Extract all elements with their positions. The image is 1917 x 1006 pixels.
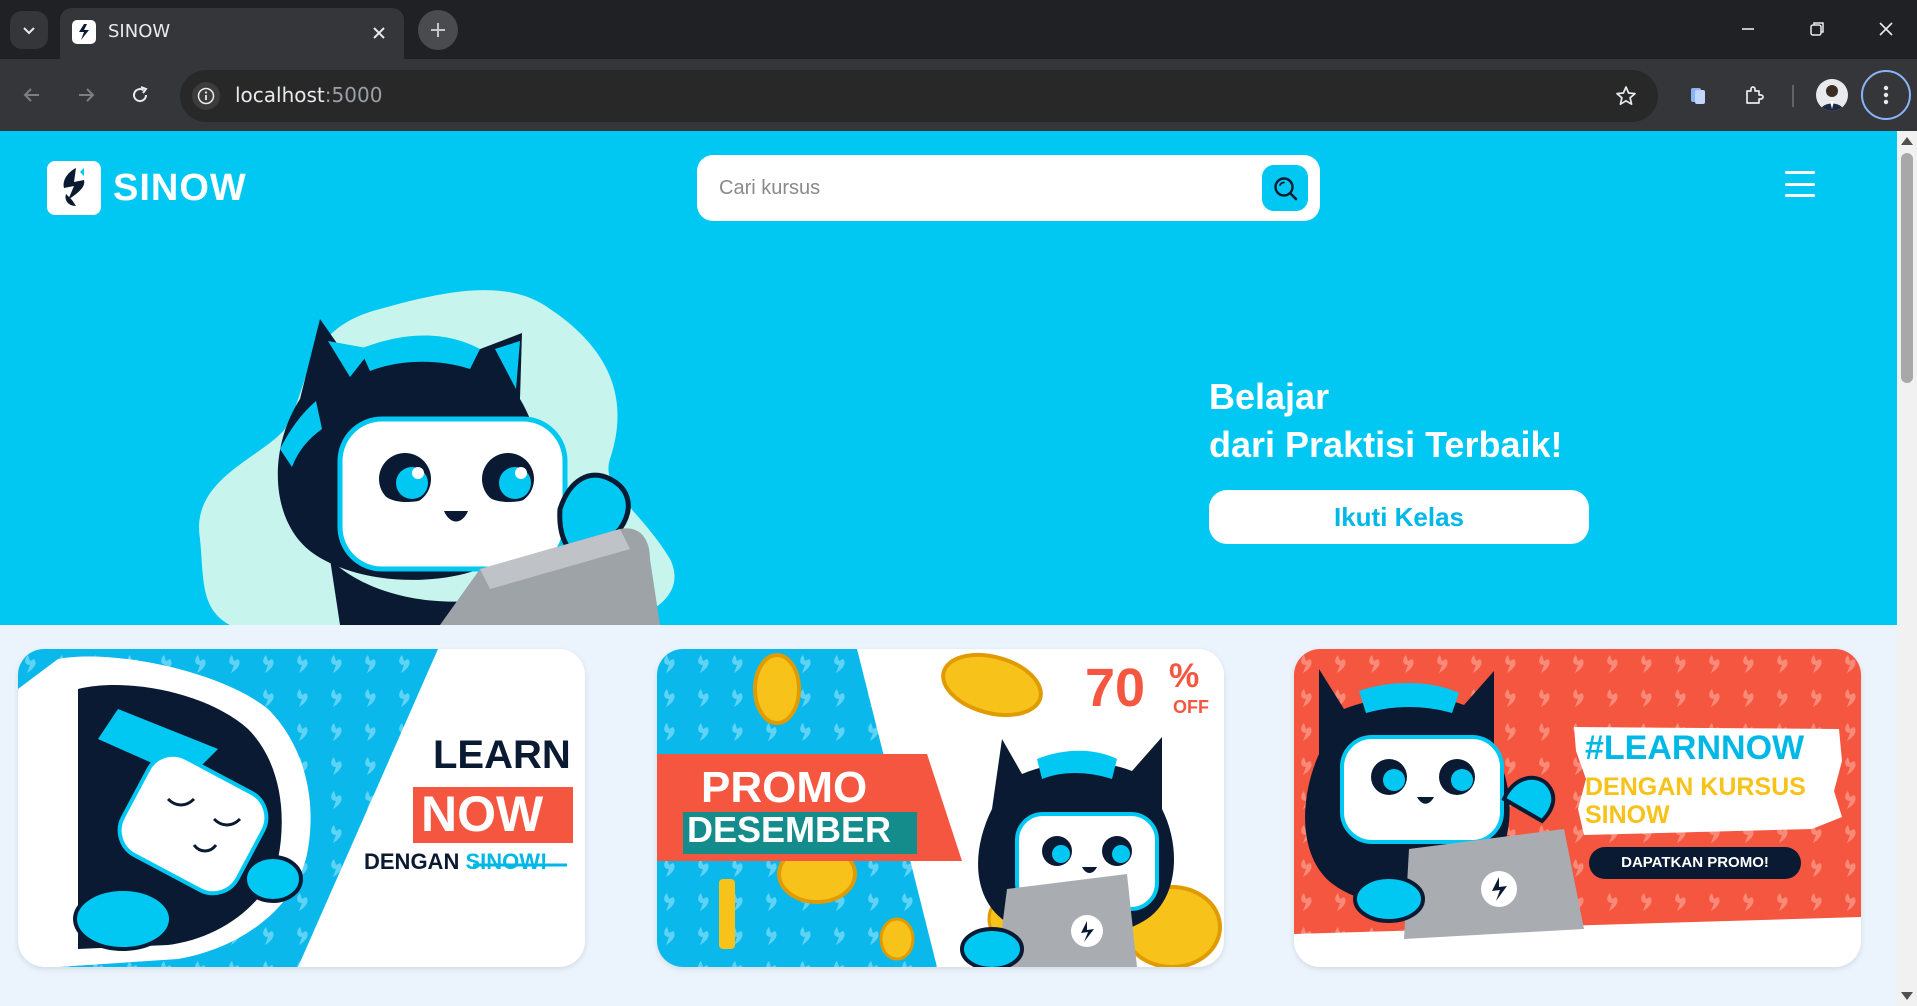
scroll-down-arrow-icon[interactable] [1901,992,1913,1000]
banner2-line2: DESEMBER [687,809,892,850]
banner3-cta[interactable]: DAPATKAN PROMO! [1589,854,1801,871]
address-bar[interactable]: localhost:5000 [180,70,1658,122]
profile-avatar[interactable] [1816,79,1848,111]
forward-button[interactable] [68,77,104,113]
tab-search-button[interactable] [10,11,48,49]
plus-icon [431,23,445,37]
close-window-button[interactable] [1863,10,1909,48]
tab-close-icon[interactable] [366,20,392,46]
brand-name: SINOW [113,166,247,209]
banner2-discount: 70 [1085,658,1146,718]
course-search [697,155,1320,221]
url-text: localhost:5000 [235,83,383,107]
brand-logo[interactable]: SINOW [47,161,247,215]
search-icon [1274,177,1298,201]
site-info-icon[interactable] [192,82,220,110]
join-class-button[interactable]: Ikuti Kelas [1209,490,1589,544]
banner1-line3-link: SINOW! [465,849,548,874]
banner3-line1: DENGAN KURSUS [1585,773,1806,801]
search-input[interactable] [719,169,1239,207]
browser-tab-bar: SINOW [0,0,1917,59]
promo-banner-learn-now[interactable]: LEARN NOW DENGAN SINOW! [18,649,585,967]
hero-section: Belajar dari Praktisi Terbaik! Ikuti Kel… [0,245,1897,625]
banner2-off: OFF [1173,697,1209,717]
scroll-up-arrow-icon[interactable] [1901,137,1913,145]
banner2-percent: % [1169,657,1200,695]
minimize-icon [1742,28,1754,30]
hero-line-2: dari Praktisi Terbaik! [1209,424,1563,465]
browser-menu-button[interactable] [1861,70,1911,120]
page-viewport: SINOW Cari kursus Belajar dari Praktisi … [0,131,1897,1006]
toolbar-divider [1792,85,1794,107]
sinow-logo-icon [47,161,101,215]
browser-tab[interactable]: SINOW [60,8,404,59]
reading-list-icon[interactable] [1680,77,1716,113]
restore-icon [1810,22,1824,36]
new-tab-button[interactable] [418,10,458,50]
chevron-down-icon [23,27,35,35]
learnnow-kursus-banner-illustration [1294,649,1861,939]
sinow-favicon-icon [72,20,96,44]
tab-title: SINOW [108,21,171,42]
banner1-line1: LEARN [433,733,571,777]
promo-banner-promo-desember[interactable]: 70 % OFF PROMO DESEMBER [657,649,1224,967]
arrow-right-icon [79,88,95,102]
restore-button[interactable] [1794,10,1840,48]
menu-hamburger-icon[interactable] [1785,171,1815,197]
hero-cat-mascot-illustration [199,290,675,625]
banner2-line1: PROMO [701,763,868,812]
browser-toolbar: localhost:5000 [0,59,1917,131]
scrollbar-thumb[interactable] [1901,153,1913,383]
hero-headline: Belajar dari Praktisi Terbaik! [1209,373,1562,469]
bookmark-star-icon[interactable] [1612,82,1640,110]
promo-banner-learnnow-kursus[interactable]: #LEARNNOW DENGAN KURSUS SINOW DAPATKAN P… [1294,649,1861,967]
extensions-icon[interactable] [1736,77,1772,113]
promo-banner-row: LEARN NOW DENGAN SINOW! 70 % OFF PROMO D… [0,625,1897,1006]
reload-button[interactable] [122,77,158,113]
minimize-button[interactable] [1725,10,1771,48]
banner1-line2: NOW [421,786,544,842]
back-button[interactable] [14,77,50,113]
page-scrollbar[interactable] [1897,131,1917,1006]
hero-line-1: Belajar [1209,376,1330,417]
close-icon [1879,22,1893,36]
search-button[interactable] [1262,165,1308,211]
arrow-left-icon [23,88,39,102]
more-vertical-icon [1883,85,1889,105]
banner3-line2: SINOW [1585,801,1670,829]
reload-icon [133,86,148,103]
banner1-line3-prefix: DENGAN [364,849,460,874]
site-navbar: SINOW [0,131,1897,245]
banner1-line3: DENGAN SINOW! [364,849,547,875]
banner3-hashtag: #LEARNNOW [1585,729,1805,767]
